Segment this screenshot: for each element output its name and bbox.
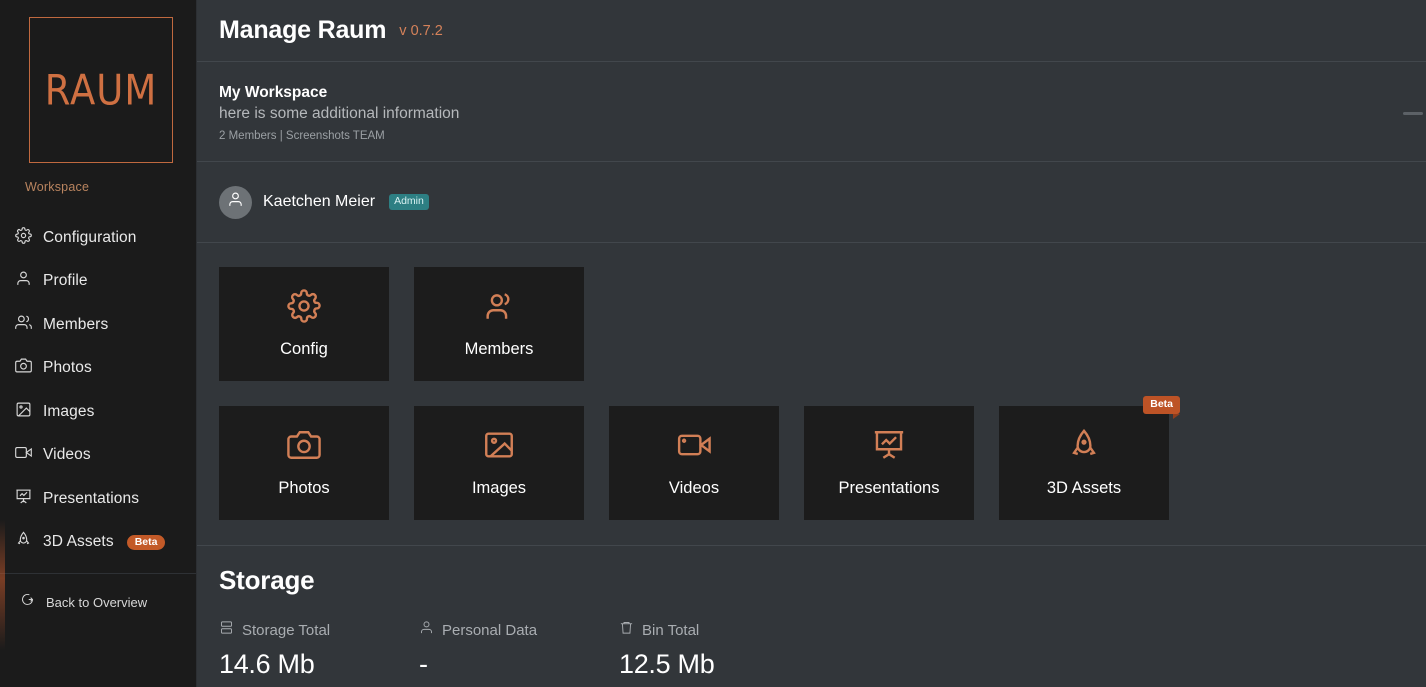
server-icon <box>219 620 234 640</box>
logo[interactable]: RAUM <box>0 0 196 163</box>
card-row-1: Config Members <box>219 267 1426 381</box>
sidebar-item-3d-assets[interactable]: 3D Assets Beta <box>0 521 196 565</box>
sidebar-item-members[interactable]: Members <box>0 303 196 347</box>
sidebar-item-presentations[interactable]: Presentations <box>0 477 196 521</box>
presentation-icon <box>15 488 32 510</box>
app-window: RAUM Workspace Configuration Profile Mem… <box>0 0 1426 687</box>
gear-icon <box>15 226 32 249</box>
storage-stat-label: Storage Total <box>242 621 331 639</box>
storage-stat-value: 14.6 Mb <box>219 649 315 679</box>
card-label: Photos <box>278 479 330 497</box>
vertical-scrollbar[interactable] <box>1403 112 1423 115</box>
sidebar-nav: Configuration Profile Members Photos Ima… <box>0 216 196 564</box>
storage-stat-header: Bin Total <box>619 620 819 640</box>
card-images[interactable]: Images <box>414 406 584 520</box>
sidebar-item-label: Images <box>43 402 95 420</box>
storage-title: Storage <box>219 565 315 595</box>
storage-stat-label: Personal Data <box>442 621 538 639</box>
workspace-label: Workspace <box>25 180 90 194</box>
card-label: Images <box>471 479 527 497</box>
video-icon <box>677 428 711 467</box>
storage-stat-label: Bin Total <box>642 621 700 639</box>
workspace-meta: 2 Members | Screenshots TEAM <box>219 130 385 142</box>
current-user-row[interactable]: Kaetchen Meier Admin <box>197 162 1426 242</box>
logout-icon <box>20 592 35 612</box>
user-icon <box>419 620 434 640</box>
storage-stat-personal: Personal Data - <box>419 620 619 680</box>
sidebar-item-label: Presentations <box>43 489 140 507</box>
workspace-name: My Workspace <box>219 84 328 101</box>
status-badge-beta: Beta <box>1143 396 1180 418</box>
card-row-2: Photos Images Videos Presentations 3D As… <box>219 396 1426 520</box>
sidebar-item-photos[interactable]: Photos <box>0 347 196 391</box>
sidebar-item-label: Videos <box>43 446 91 464</box>
card-videos[interactable]: Videos <box>609 406 779 520</box>
workspace-description: here is some additional information <box>219 105 460 122</box>
shortcut-cards: Config Members Photos Images Videos Pres… <box>197 243 1426 520</box>
card-label: 3D Assets <box>1046 479 1122 497</box>
sidebar-item-label: 3D Assets <box>43 533 114 551</box>
sidebar-item-label: Back to Overview <box>46 594 148 610</box>
sidebar-item-label: Photos <box>43 359 92 377</box>
presentation-icon <box>872 428 906 467</box>
card-label: Presentations <box>838 479 940 497</box>
storage-stat-header: Personal Data <box>419 620 619 640</box>
user-icon <box>15 270 32 292</box>
card-label: Videos <box>668 479 720 497</box>
gear-icon <box>287 289 321 328</box>
card-config[interactable]: Config <box>219 267 389 381</box>
image-icon <box>482 428 516 467</box>
main-content: Manage Raum v 0.7.2 My Workspace here is… <box>197 0 1426 687</box>
sidebar-item-configuration[interactable]: Configuration <box>0 216 196 260</box>
storage-stat-value: - <box>419 649 428 679</box>
trash-icon <box>619 620 634 640</box>
users-icon <box>15 314 32 336</box>
card-label: Members <box>464 340 534 358</box>
sidebar-item-back-to-overview[interactable]: Back to Overview <box>0 574 196 612</box>
user-name: Kaetchen Meier <box>263 193 376 210</box>
storage-stats: Storage Total 14.6 Mb Personal Data - Bi… <box>219 620 1426 680</box>
page-title: Manage Raum <box>219 16 387 44</box>
sidebar-item-label: Configuration <box>43 228 137 246</box>
storage-stat-total: Storage Total 14.6 Mb <box>219 620 419 680</box>
workspace-info: My Workspace here is some additional inf… <box>197 62 1426 161</box>
card-presentations[interactable]: Presentations <box>804 406 974 520</box>
card-members[interactable]: Members <box>414 267 584 381</box>
logo-box: RAUM <box>29 17 173 163</box>
sidebar-item-label: Profile <box>43 272 88 290</box>
sidebar-item-profile[interactable]: Profile <box>0 260 196 304</box>
image-icon <box>15 401 32 423</box>
sidebar-item-videos[interactable]: Videos <box>0 434 196 478</box>
camera-icon <box>287 428 321 467</box>
storage-stat-value: 12.5 Mb <box>619 649 715 679</box>
sidebar-item-label: Members <box>43 315 109 333</box>
version-label: v 0.7.2 <box>399 22 443 39</box>
storage-stat-bin: Bin Total 12.5 Mb <box>619 620 819 680</box>
storage-section: Storage Storage Total 14.6 Mb Personal D… <box>197 546 1426 680</box>
users-icon <box>482 289 516 328</box>
card-3d-assets[interactable]: 3D Assets Beta <box>999 396 1180 520</box>
card-photos[interactable]: Photos <box>219 406 389 520</box>
rocket-icon <box>1067 428 1101 467</box>
sidebar: RAUM Workspace Configuration Profile Mem… <box>0 0 197 687</box>
sidebar-item-images[interactable]: Images <box>0 390 196 434</box>
camera-icon <box>15 357 32 379</box>
avatar <box>219 185 252 219</box>
status-badge-admin: Admin <box>389 194 429 210</box>
storage-stat-header: Storage Total <box>219 620 419 640</box>
logo-text: RAUM <box>44 65 158 115</box>
card-label: Config <box>280 340 328 358</box>
page-header: Manage Raum v 0.7.2 <box>197 0 1426 61</box>
rocket-icon <box>15 531 32 553</box>
user-icon <box>227 191 244 213</box>
video-icon <box>15 444 32 466</box>
status-badge-beta: Beta <box>126 534 166 550</box>
